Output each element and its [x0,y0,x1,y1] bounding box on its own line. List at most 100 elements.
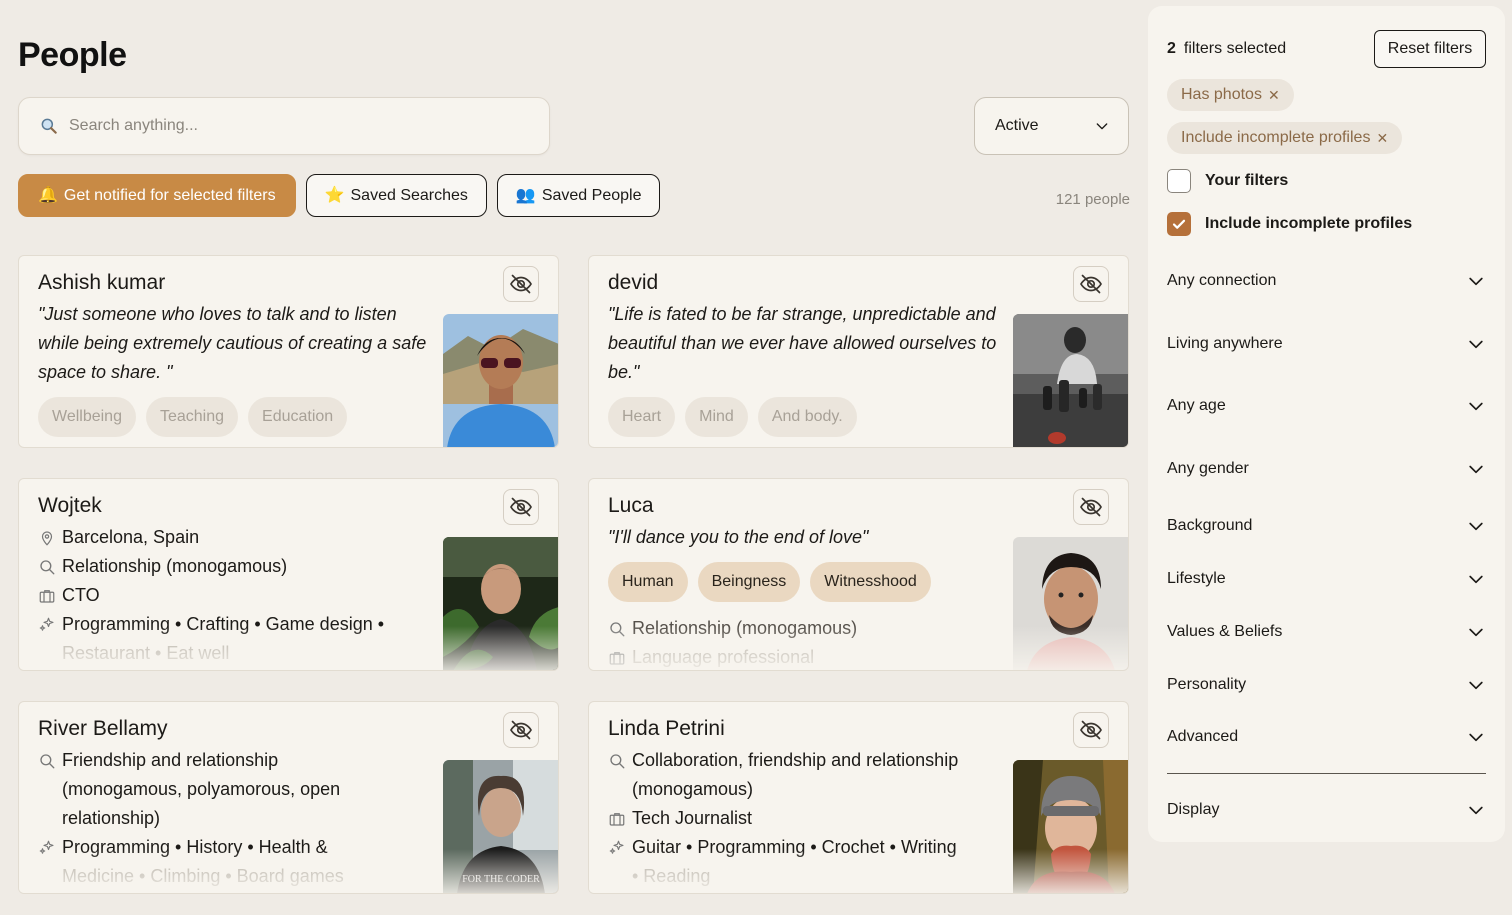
interests-text: Restaurant • Eat well [62,643,230,663]
accordion-background[interactable]: Background [1167,511,1486,541]
star-icon: ⭐ [324,186,345,204]
tag-list: Wellbeing Teaching Education [38,397,348,437]
relationship-text: Friendship and relationship [62,750,279,770]
search-input[interactable] [69,117,549,135]
get-notified-button[interactable]: 🔔 Get notified for selected filters [18,174,296,217]
filter-chip-has-photos[interactable]: Has photos ✕ [1167,79,1294,111]
relationship-text: Relationship (monogamous) [62,556,288,576]
reset-filters-button[interactable]: Reset filters [1374,30,1486,68]
person-card-ashish-kumar[interactable]: Ashish kumar "Just someone who loves to … [18,255,559,448]
hide-profile-button[interactable] [503,266,539,302]
interests-text: Programming • Crafting • Game design • [62,614,385,634]
briefcase-icon [38,587,56,605]
search-icon [38,558,56,576]
accordion-label: Any gender [1167,460,1249,477]
accordion-connection[interactable]: Any connection [1167,266,1486,296]
person-name: Linda Petrini [608,717,725,740]
hide-profile-button[interactable] [503,712,539,748]
your-filters-checkbox[interactable] [1167,169,1191,193]
main-content: People Active 🔔 Get notified for selecte… [18,0,1130,915]
relationship-row: Relationship (monogamous) [608,614,1008,643]
person-name: Luca [608,494,654,517]
accordion-label: Living anywhere [1167,335,1283,352]
close-icon[interactable]: ✕ [1376,130,1388,147]
chevron-down-icon [1466,727,1486,747]
search-box[interactable] [18,97,550,155]
chevron-down-icon [1466,271,1486,291]
filter-sidebar: 2 filters selected Reset filters Has phot… [1148,6,1505,842]
your-filters-checkbox-row[interactable]: Your filters [1167,169,1288,193]
person-quote: "Just someone who loves to talk and to l… [38,304,427,382]
saved-searches-button[interactable]: ⭐ Saved Searches [305,174,487,217]
hide-profile-button[interactable] [1073,489,1109,525]
chevron-down-icon [1466,675,1486,695]
tag: Witnesshood [810,562,931,602]
hide-profile-button[interactable] [503,489,539,525]
eye-off-icon [1079,495,1103,519]
accordion-label: Display [1167,801,1220,818]
accordion-lifestyle[interactable]: Lifestyle [1167,564,1486,594]
profile-photo [1013,537,1128,670]
filters-count-label: filters selected [1183,40,1287,57]
status-select[interactable]: Active [974,97,1129,155]
filters-count-number: 2 [1167,40,1176,57]
briefcase-icon [608,810,626,828]
tag: Heart [608,397,676,437]
accordion-age[interactable]: Any age [1167,391,1486,421]
shirt-text: FOR THE CODER [462,874,540,885]
chevron-down-icon [1466,459,1486,479]
profile-photo [443,314,558,447]
interests-row-continued: Medicine • Climbing • Board games [38,862,438,891]
person-card-luca[interactable]: Luca "I'll dance you to the end of love"… [588,478,1129,671]
accordion-label: Background [1167,517,1253,534]
include-incomplete-checkbox[interactable] [1167,212,1191,236]
saved-people-button[interactable]: 👥 Saved People [496,174,661,217]
person-card-wojtek[interactable]: Wojtek Barcelona, Spain Relationship (mo… [18,478,559,671]
person-card-linda-petrini[interactable]: Linda Petrini Collaboration, friendship … [588,701,1129,894]
relationship-text: (monogamous, polyamorous, open [62,779,341,799]
job-text: CTO [62,585,100,605]
chevron-down-icon [1094,118,1110,134]
get-notified-label: Get notified for selected filters [63,186,276,204]
accordion-values-beliefs[interactable]: Values & Beliefs [1167,617,1486,647]
action-buttons: 🔔 Get notified for selected filters ⭐ Sa… [18,174,661,217]
filter-chip-include-incomplete[interactable]: Include incomplete profiles ✕ [1167,122,1403,154]
search-icon [608,620,626,638]
person-name: River Bellamy [38,717,168,740]
tag-list: Human Beingness Witnesshood [608,562,931,602]
relationship-row: Friendship and relationship [38,746,438,775]
accordion-advanced[interactable]: Advanced [1167,722,1486,752]
hide-profile-button[interactable] [1073,266,1109,302]
accordion-location[interactable]: Living anywhere [1167,329,1486,359]
eye-off-icon [1079,272,1103,296]
chip-label: Include incomplete profiles [1181,129,1371,146]
sparkle-icon [608,839,626,857]
bell-icon: 🔔 [38,186,58,204]
saved-searches-label: Saved Searches [350,186,468,204]
tag: Teaching [145,397,239,437]
job-row: CTO [38,581,438,610]
job-text: Tech Journalist [632,808,753,828]
profile-photo [443,537,558,670]
person-info: Relationship (monogamous) Language profe… [608,614,1008,670]
eye-off-icon [1079,718,1103,742]
accordion-personality[interactable]: Personality [1167,670,1486,700]
tag: Education [248,397,348,437]
interests-row-continued: Restaurant • Eat well [38,639,438,668]
accordion-label: Values & Beliefs [1167,623,1283,640]
hide-profile-button[interactable] [1073,712,1109,748]
accordion-label: Any connection [1167,272,1277,289]
close-icon[interactable]: ✕ [1268,87,1280,104]
person-name: Wojtek [38,494,102,517]
eye-off-icon [509,495,533,519]
chip-label: Has photos [1181,86,1262,103]
include-incomplete-checkbox-row[interactable]: Include incomplete profiles [1167,212,1412,236]
checkbox-label: Your filters [1205,172,1289,189]
person-card-river-bellamy[interactable]: River Bellamy Friendship and relationshi… [18,701,559,894]
person-quote: "Life is fated to be far strange, unpred… [608,304,997,382]
job-row: Tech Journalist [608,804,1008,833]
accordion-gender[interactable]: Any gender [1167,454,1486,484]
accordion-display[interactable]: Display [1167,795,1486,825]
relationship-row-continued: (monogamous) [608,775,1008,804]
person-card-devid[interactable]: devid "Life is fated to be far strange, … [588,255,1129,448]
